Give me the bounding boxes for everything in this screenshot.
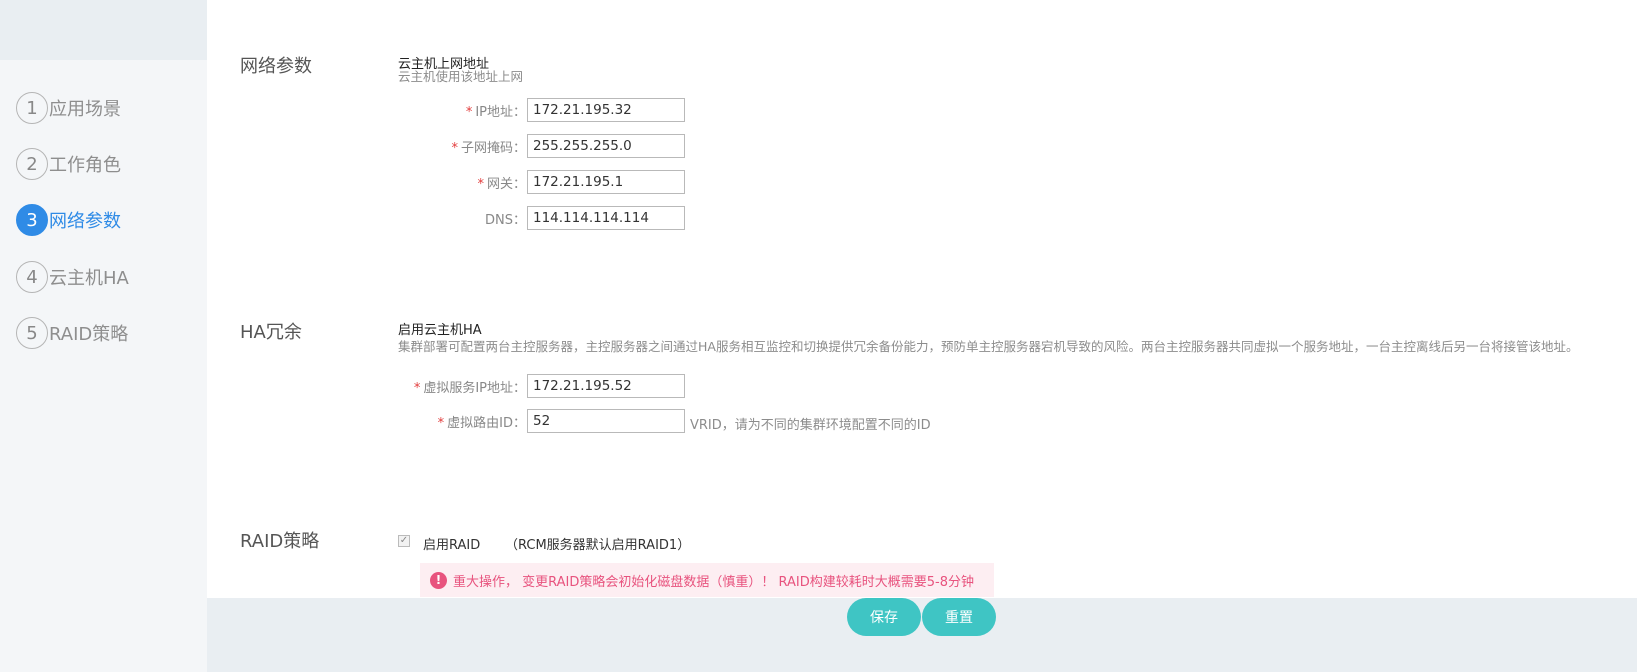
vrid-label: * 虚拟路由ID： xyxy=(437,416,526,431)
step-label: 网络参数 xyxy=(49,211,121,232)
required-mark: * xyxy=(465,105,473,120)
step-1-application-scenario[interactable]: 1 应用场景 xyxy=(16,92,121,124)
enable-raid-checkbox[interactable]: ✓ xyxy=(398,535,410,547)
sidebar: 1 应用场景 2 工作角色 3 网络参数 4 云主机HA 5 RAID策略 xyxy=(0,0,207,672)
step-number: 3 xyxy=(16,204,48,236)
vip-input[interactable] xyxy=(527,374,685,398)
checkmark-icon: ✓ xyxy=(399,535,409,546)
step-number: 2 xyxy=(16,148,48,180)
required-mark: * xyxy=(451,141,458,156)
gateway-label: * 网关： xyxy=(477,177,526,192)
step-label: 工作角色 xyxy=(49,155,121,176)
step-3-network-params[interactable]: 3 网络参数 xyxy=(16,204,121,236)
raid-default-note: （RCM服务器默认启用RAID1） xyxy=(505,538,691,553)
vip-label: * 虚拟服务IP地址： xyxy=(413,381,526,396)
network-section-title: 网络参数 xyxy=(240,56,312,77)
vrid-input[interactable] xyxy=(527,409,685,433)
reset-button[interactable]: 重置 xyxy=(922,598,996,636)
dns-input[interactable] xyxy=(527,206,685,230)
required-mark: * xyxy=(437,416,445,431)
step-number: 5 xyxy=(16,317,48,349)
mask-label: * 子网掩码： xyxy=(451,141,526,156)
raid-section-title: RAID策略 xyxy=(240,531,320,552)
vrid-hint: VRID，请为不同的集群环境配置不同的ID xyxy=(690,418,931,433)
step-number: 4 xyxy=(16,261,48,293)
required-mark: * xyxy=(413,381,421,396)
network-description: 云主机使用该地址上网 xyxy=(398,69,524,84)
enable-raid-label: 启用RAID xyxy=(423,538,481,553)
raid-warning-text: 重大操作， 变更RAID策略会初始化磁盘数据（慎重）！ RAID构建较耗时大概需… xyxy=(453,574,974,590)
exclamation-circle-icon: ! xyxy=(430,571,447,589)
step-number: 1 xyxy=(16,92,48,124)
sidebar-header xyxy=(0,0,207,60)
step-label: 应用场景 xyxy=(49,99,121,120)
step-2-work-role[interactable]: 2 工作角色 xyxy=(16,148,121,180)
save-button[interactable]: 保存 xyxy=(847,598,921,636)
step-label: 云主机HA xyxy=(49,268,129,289)
mask-input[interactable] xyxy=(527,134,685,158)
dns-label: DNS： xyxy=(485,213,526,228)
footer-bar xyxy=(207,598,1637,672)
required-mark: * xyxy=(477,177,484,192)
ha-subtitle: 启用云主机HA xyxy=(398,323,482,338)
ha-section-title: HA冗余 xyxy=(240,322,302,343)
ip-label: * IP地址： xyxy=(465,105,526,120)
step-4-cloud-ha[interactable]: 4 云主机HA xyxy=(16,261,129,293)
gateway-input[interactable] xyxy=(527,170,685,194)
ip-input[interactable] xyxy=(527,98,685,122)
step-5-raid-policy[interactable]: 5 RAID策略 xyxy=(16,317,128,349)
ha-description: 集群部署可配置两台主控服务器，主控服务器之间通过HA服务相互监控和切换提供冗余备… xyxy=(398,339,1579,354)
raid-warning: ! 重大操作， 变更RAID策略会初始化磁盘数据（慎重）！ RAID构建较耗时大… xyxy=(420,563,994,597)
step-label: RAID策略 xyxy=(49,324,129,345)
